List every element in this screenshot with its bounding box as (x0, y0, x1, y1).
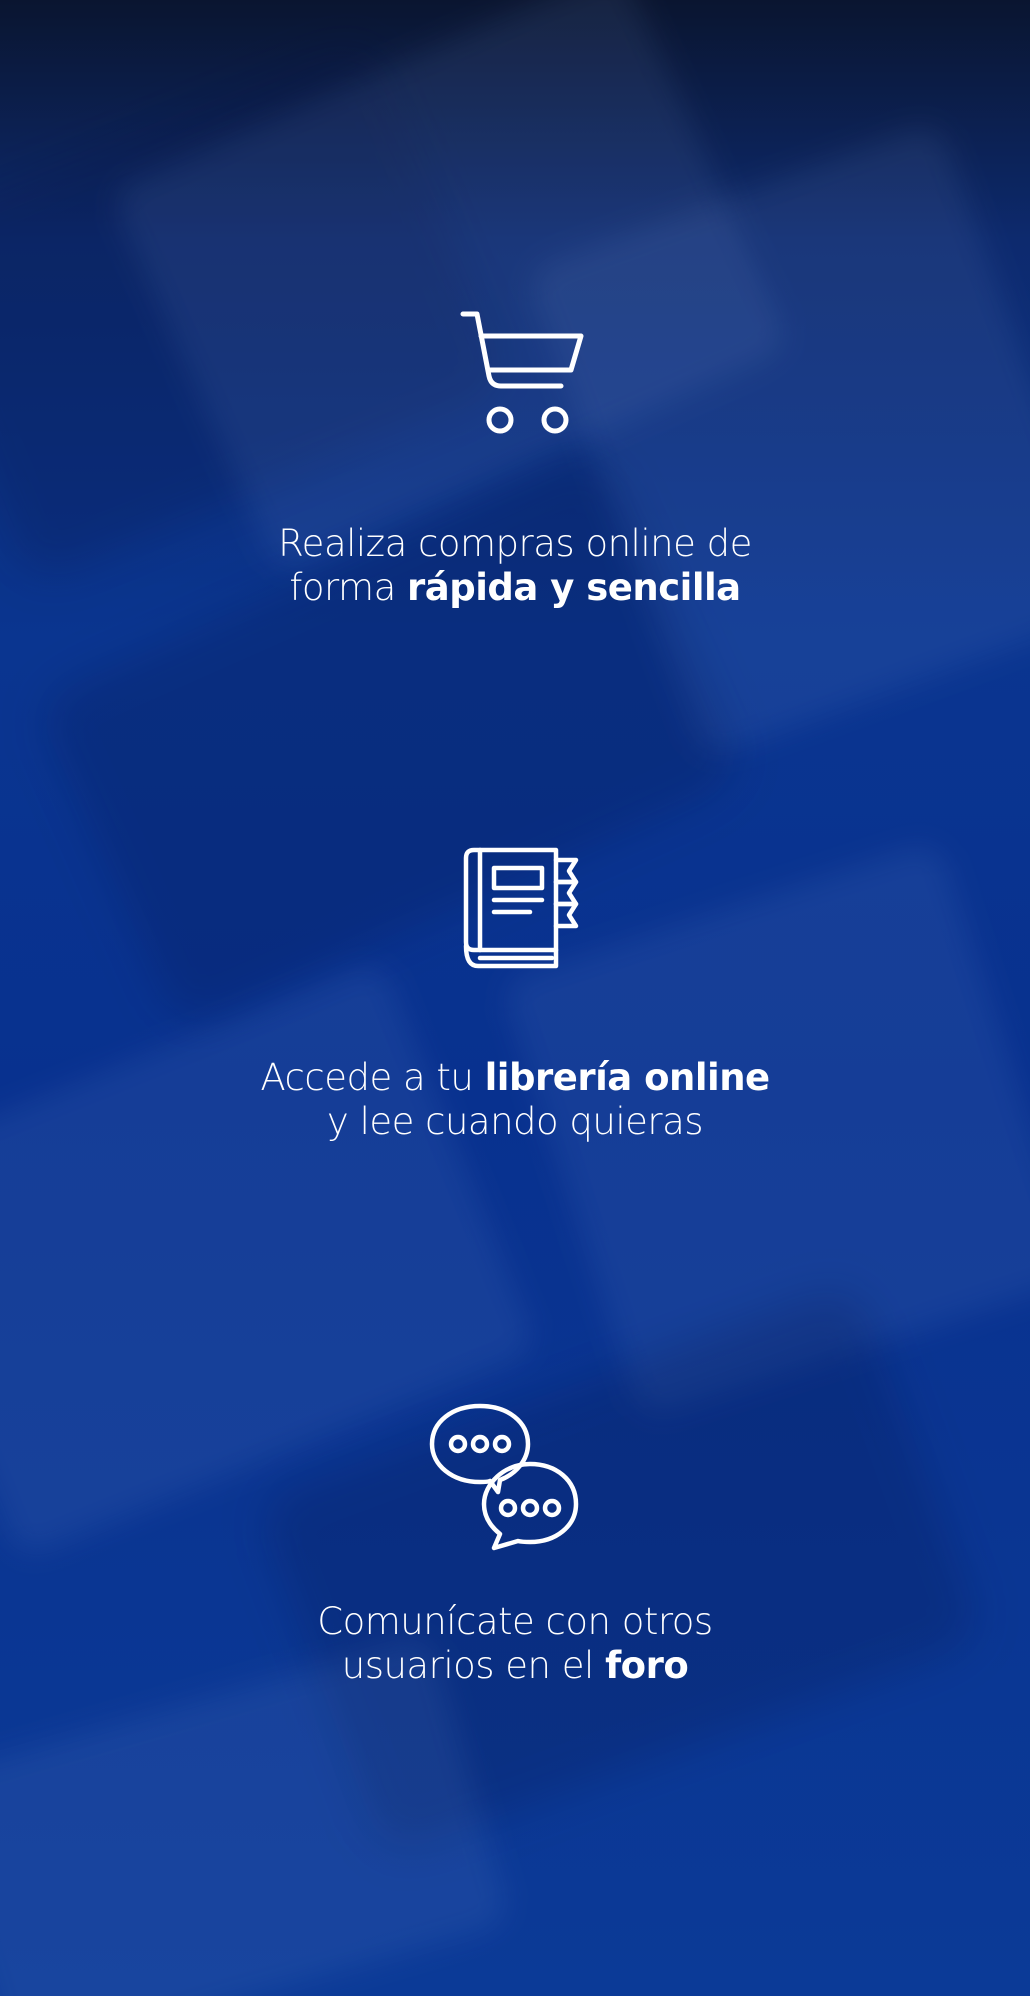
caption-line: Accede a tu librería online (0, 1056, 1030, 1100)
feature-caption: Realiza compras online de forma rápida y… (0, 522, 1030, 610)
feature-caption: Comunícate con otros usuarios en el foro (0, 1600, 1030, 1688)
caption-text: usuarios en el (341, 1644, 606, 1687)
caption-line: Comunícate con otros (317, 1600, 713, 1643)
caption-highlight: foro (605, 1644, 689, 1687)
shopping-cart-icon (459, 308, 587, 436)
caption-text: Accede a tu (260, 1056, 485, 1099)
caption-highlight: rápida y sencilla (407, 566, 741, 609)
book-icon (460, 846, 582, 972)
caption-text: forma (289, 566, 408, 609)
caption-line: forma rápida y sencilla (0, 566, 1030, 610)
background-shape (0, 1634, 512, 1996)
caption-line: y lee cuando quieras (326, 1100, 704, 1143)
caption-line: Realiza compras online de (278, 522, 752, 565)
chat-bubbles-icon (428, 1402, 582, 1552)
feature-caption: Accede a tu librería online y lee cuando… (0, 1056, 1030, 1144)
caption-highlight: librería online (484, 1056, 771, 1099)
onboarding-screen: Realiza compras online de forma rápida y… (0, 0, 1030, 1996)
caption-line: usuarios en el foro (0, 1644, 1030, 1688)
